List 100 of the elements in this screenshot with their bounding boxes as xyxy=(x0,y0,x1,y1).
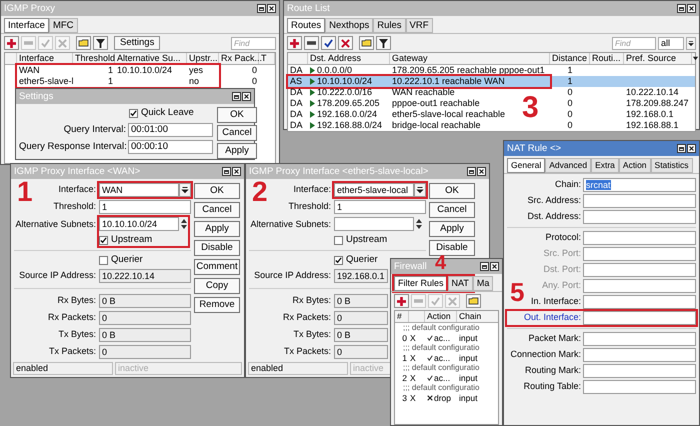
tab[interactable]: Statistics xyxy=(650,158,693,173)
input-field[interactable]: 0 B xyxy=(334,328,388,342)
input-field[interactable]: srcnat xyxy=(583,178,696,192)
tab[interactable]: Advanced xyxy=(545,158,592,173)
dialog-button[interactable]: Apply xyxy=(429,221,475,237)
input-field[interactable] xyxy=(583,210,696,224)
tab[interactable]: General xyxy=(507,158,546,173)
input-field[interactable]: 0 xyxy=(99,345,191,359)
input-field[interactable] xyxy=(583,231,696,245)
column-header[interactable]: T xyxy=(259,53,275,64)
maximize-icon[interactable] xyxy=(677,4,686,13)
input-field[interactable] xyxy=(334,217,414,231)
input-field[interactable]: 192.168.0.1 xyxy=(334,269,388,283)
filter-button[interactable] xyxy=(376,36,391,50)
column-header[interactable]: Rx Pack... xyxy=(219,53,259,64)
up-down-arrows-icon[interactable] xyxy=(180,219,188,229)
add-button[interactable] xyxy=(394,294,409,308)
dialog-button[interactable]: Disable xyxy=(429,240,475,256)
input-field[interactable]: 1 xyxy=(99,200,191,214)
input-field[interactable]: 00:00:10 xyxy=(128,140,213,154)
dialog-button[interactable]: Disable xyxy=(194,240,240,256)
maximize-icon[interactable] xyxy=(222,167,231,176)
column-header[interactable]: Chain xyxy=(457,311,498,322)
column-header[interactable]: Upstr... xyxy=(187,53,219,64)
checkbox[interactable] xyxy=(334,256,343,264)
input-field[interactable] xyxy=(583,348,696,362)
maximize-icon[interactable] xyxy=(257,4,266,13)
checkbox[interactable] xyxy=(99,256,108,264)
column-header[interactable]: Interface xyxy=(17,53,73,64)
filter-dropdown[interactable]: all xyxy=(658,36,684,50)
column-header[interactable]: Alternative Su... xyxy=(115,53,187,64)
column-header[interactable]: Pref. Source xyxy=(624,53,692,64)
dropdown-arrow-icon[interactable] xyxy=(692,55,699,62)
tab[interactable]: Rules xyxy=(373,18,406,33)
tab[interactable]: NAT xyxy=(448,276,473,291)
input-field[interactable]: 0 B xyxy=(334,294,388,308)
input-field[interactable] xyxy=(583,364,696,378)
dialog-button[interactable]: Comment xyxy=(194,259,240,275)
tab[interactable]: Extra xyxy=(591,158,619,173)
column-header[interactable]: Threshold xyxy=(73,53,115,64)
dialog-button[interactable]: Cancel xyxy=(194,202,240,218)
dialog-button[interactable]: OK xyxy=(429,183,475,199)
input-field[interactable]: 10.222.10.14 xyxy=(99,269,191,283)
input-field[interactable] xyxy=(583,380,696,394)
settings-button[interactable]: Settings xyxy=(114,36,160,50)
input-field[interactable]: 10.10.10.0/24 xyxy=(99,217,179,231)
close-icon[interactable] xyxy=(267,4,276,13)
comment-button[interactable] xyxy=(76,36,91,50)
dialog-button[interactable]: Remove xyxy=(194,297,240,313)
enable-button[interactable] xyxy=(321,36,336,50)
dropdown-field[interactable]: WAN xyxy=(99,183,179,197)
comment-button[interactable] xyxy=(466,294,481,308)
remove-button[interactable] xyxy=(304,36,319,50)
input-field[interactable]: 0 B xyxy=(99,294,191,308)
dialog-button[interactable]: Apply xyxy=(217,143,257,159)
dialog-button[interactable]: Cancel xyxy=(217,125,257,141)
column-header[interactable]: Action xyxy=(425,311,457,322)
disable-button[interactable] xyxy=(338,36,353,50)
input-field[interactable]: 1 xyxy=(334,200,426,214)
maximize-icon[interactable] xyxy=(467,167,476,176)
input-field[interactable]: 0 xyxy=(334,311,388,325)
close-icon[interactable] xyxy=(490,262,499,271)
dialog-button[interactable]: Apply xyxy=(194,221,240,237)
input-field[interactable]: 0 B xyxy=(99,328,191,342)
maximize-icon[interactable] xyxy=(677,144,686,153)
maximize-icon[interactable] xyxy=(480,262,489,271)
add-button[interactable] xyxy=(4,36,19,50)
tab[interactable]: VRF xyxy=(406,18,433,33)
close-icon[interactable] xyxy=(242,92,251,101)
maximize-icon[interactable] xyxy=(232,92,241,101)
input-field[interactable]: 00:01:00 xyxy=(128,123,213,138)
up-down-arrows-icon[interactable] xyxy=(415,219,423,229)
input-field[interactable] xyxy=(583,332,696,346)
column-header[interactable]: Routi... xyxy=(590,53,624,64)
add-button[interactable] xyxy=(287,36,302,50)
input-field[interactable] xyxy=(583,295,696,309)
tab[interactable]: Ma xyxy=(472,276,494,291)
tab[interactable]: MFC xyxy=(48,18,78,33)
dialog-button[interactable]: Copy xyxy=(194,278,240,294)
close-icon[interactable] xyxy=(687,4,696,13)
tab[interactable]: Action xyxy=(618,158,651,173)
checkbox[interactable] xyxy=(99,236,108,244)
dialog-button[interactable]: Cancel xyxy=(429,202,475,218)
dialog-button[interactable]: OK xyxy=(217,107,257,123)
tab[interactable]: Filter Rules xyxy=(394,276,448,291)
input-field[interactable] xyxy=(583,311,696,325)
close-icon[interactable] xyxy=(477,167,486,176)
column-header[interactable]: Distance xyxy=(550,53,590,64)
dialog-button[interactable]: OK xyxy=(194,183,240,199)
tab[interactable]: Nexthops xyxy=(325,18,374,33)
checkbox[interactable] xyxy=(129,109,138,118)
column-header[interactable]: Dst. Address xyxy=(308,53,390,64)
selected-row[interactable]: AS 10.10.10.0/24 10.222.10.1 reachable WAN 1 xyxy=(288,76,695,87)
dropdown-field[interactable]: ether5-slave-local xyxy=(334,183,414,197)
input-field[interactable]: 0 xyxy=(99,311,191,325)
tab[interactable]: Routes xyxy=(287,18,326,33)
filter-button[interactable] xyxy=(93,36,108,50)
column-header[interactable]: # xyxy=(395,311,409,322)
column-header[interactable]: Gateway xyxy=(390,53,550,64)
input-field[interactable] xyxy=(583,194,696,208)
